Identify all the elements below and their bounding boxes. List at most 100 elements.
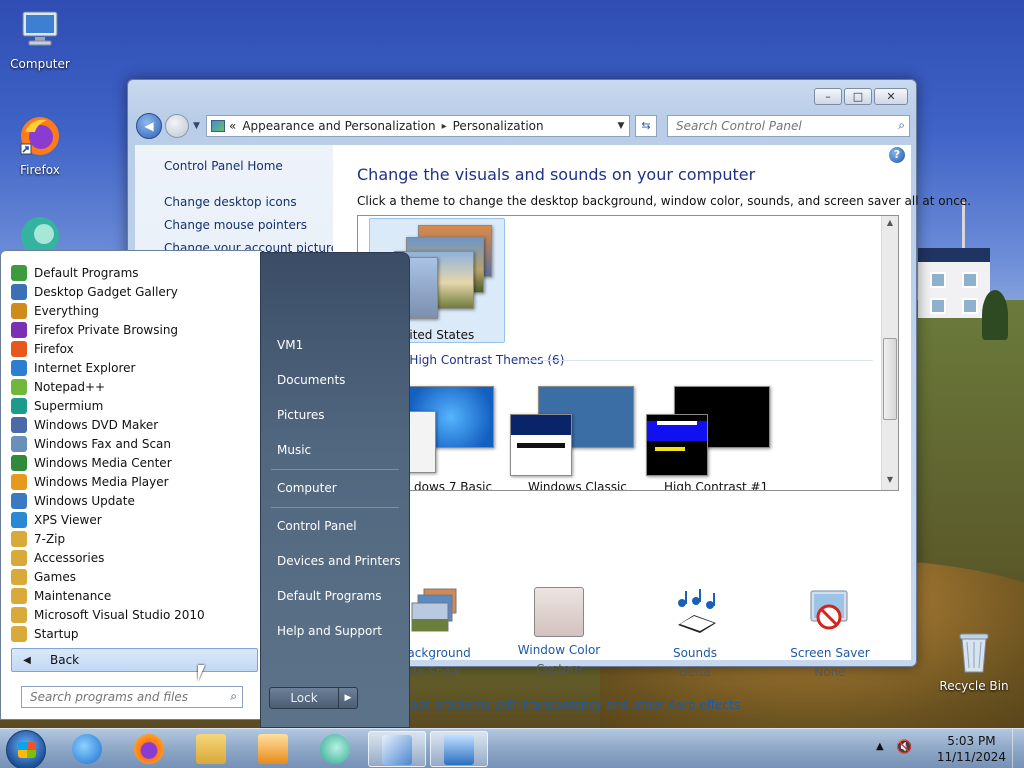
media-player-icon xyxy=(258,734,288,764)
theme-list: nited States d High Contrast Themes (6) … xyxy=(357,215,899,491)
taskbar-control-panel[interactable] xyxy=(368,731,426,767)
mouse-cursor xyxy=(198,665,212,681)
forward-button[interactable] xyxy=(165,114,189,138)
breadcrumb-separator[interactable]: ▸ xyxy=(442,121,447,132)
program-label: Firefox xyxy=(34,341,74,356)
program-item[interactable]: Default Programs xyxy=(11,263,139,282)
start-link-devices-printers[interactable]: Devices and Printers xyxy=(277,554,401,568)
troubleshoot-aero-link[interactable]: ubleshoot problems with transparency and… xyxy=(371,698,740,712)
start-link-help-support[interactable]: Help and Support xyxy=(277,624,382,638)
start-link-music[interactable]: Music xyxy=(277,443,311,457)
refresh-button[interactable]: ⇆ xyxy=(635,115,657,137)
program-item[interactable]: Windows Update xyxy=(11,491,135,510)
back-button[interactable]: ◀ xyxy=(136,113,162,139)
search-input[interactable] xyxy=(668,116,878,136)
program-item[interactable]: Accessories xyxy=(11,548,104,567)
program-item[interactable]: Notepad++ xyxy=(11,377,105,396)
maximize-button[interactable]: □ xyxy=(844,88,872,105)
breadcrumb-appearance[interactable]: Appearance and Personalization xyxy=(242,119,435,133)
taskbar-firefox[interactable] xyxy=(120,731,178,767)
start-link-computer[interactable]: Computer xyxy=(277,481,337,495)
setting-window-color[interactable]: Window Color Custom xyxy=(503,587,615,676)
theme-thumbnail-window xyxy=(646,414,708,476)
link-change-desktop-icons[interactable]: Change desktop icons xyxy=(164,195,297,209)
program-item[interactable]: Startup xyxy=(11,624,79,643)
lock-button[interactable]: Lock xyxy=(269,687,339,709)
program-icon xyxy=(11,359,27,376)
program-item[interactable]: Windows Fax and Scan xyxy=(11,434,171,453)
program-icon xyxy=(11,435,27,452)
program-item[interactable]: Firefox Private Browsing xyxy=(11,320,178,339)
setting-sounds[interactable]: Sounds Delta xyxy=(639,587,751,679)
program-icon xyxy=(11,587,27,604)
search-icon[interactable]: ⌕ xyxy=(898,118,905,133)
help-icon[interactable]: ? xyxy=(889,147,905,163)
address-bar[interactable]: « Appearance and Personalization ▸ Perso… xyxy=(206,115,630,137)
setting-label: Window Color xyxy=(517,643,601,657)
back-button[interactable]: ◀ Back xyxy=(11,648,258,672)
shutdown-options-arrow[interactable]: ▶ xyxy=(338,687,358,709)
contrast-title-bar xyxy=(647,421,707,441)
taskbar-supermium[interactable] xyxy=(306,731,364,767)
show-hidden-icons-button[interactable]: ▲ xyxy=(876,741,884,752)
program-item[interactable]: Windows DVD Maker xyxy=(11,415,158,434)
start-search-input[interactable] xyxy=(22,687,216,707)
theme-caption: Windows Classic xyxy=(528,480,627,491)
link-control-panel-home[interactable]: Control Panel Home xyxy=(164,159,283,173)
taskbar-media-player[interactable] xyxy=(244,731,302,767)
desktop-icon-computer[interactable]: Computer xyxy=(0,8,80,71)
scroll-up-arrow[interactable]: ▲ xyxy=(882,218,898,227)
setting-value: Delta xyxy=(678,665,711,679)
program-label: Windows DVD Maker xyxy=(34,417,159,432)
show-desktop-button[interactable] xyxy=(1012,729,1024,768)
theme-list-scrollbar[interactable]: ▲ ▼ xyxy=(881,216,898,490)
program-label: Internet Explorer xyxy=(34,360,136,375)
program-item[interactable]: Maintenance xyxy=(11,586,111,605)
program-item[interactable]: Supermium xyxy=(11,396,103,415)
recent-pages-dropdown[interactable]: ▼ xyxy=(193,121,200,131)
scroll-down-arrow[interactable]: ▼ xyxy=(882,475,898,484)
desktop-icon-firefox[interactable]: Firefox xyxy=(0,114,80,177)
taskbar-remote-desktop[interactable] xyxy=(430,731,488,767)
start-link-control-panel[interactable]: Control Panel xyxy=(277,519,357,533)
program-label: Windows Media Player xyxy=(34,474,169,489)
program-item[interactable]: 7-Zip xyxy=(11,529,65,548)
program-item[interactable]: Windows Media Center xyxy=(11,453,172,472)
scroll-thumb[interactable] xyxy=(883,338,897,420)
minimize-button[interactable]: – xyxy=(814,88,842,105)
program-icon xyxy=(11,568,27,585)
program-item[interactable]: XPS Viewer xyxy=(11,510,102,529)
start-link-pictures[interactable]: Pictures xyxy=(277,408,325,422)
program-item[interactable]: Microsoft Visual Studio 2010 xyxy=(11,605,205,624)
start-button[interactable] xyxy=(6,730,46,768)
desktop-icon-label: Firefox xyxy=(20,163,60,177)
search-icon[interactable]: ⌕ xyxy=(230,689,237,704)
program-icon xyxy=(11,397,27,414)
close-button[interactable]: ✕ xyxy=(874,88,908,105)
link-change-mouse-pointers[interactable]: Change mouse pointers xyxy=(164,218,307,232)
control-panel-icon xyxy=(211,120,225,132)
program-item[interactable]: Internet Explorer xyxy=(11,358,135,377)
desktop-icon-recycle-bin[interactable]: Recycle Bin xyxy=(934,630,1014,693)
program-item[interactable]: Desktop Gadget Gallery xyxy=(11,282,178,301)
start-link-vm1[interactable]: VM1 xyxy=(277,338,303,352)
volume-muted-icon[interactable]: 🔇 xyxy=(896,740,912,755)
setting-label: Screen Saver xyxy=(790,646,870,660)
contrast-text-line xyxy=(655,447,685,451)
program-label: Supermium xyxy=(34,398,104,413)
program-item[interactable]: Games xyxy=(11,567,76,586)
program-label: Startup xyxy=(34,626,79,641)
breadcrumb-personalization[interactable]: Personalization xyxy=(453,119,544,133)
address-dropdown-icon[interactable]: ▼ xyxy=(613,121,629,131)
taskbar-internet-explorer[interactable] xyxy=(58,731,116,767)
setting-screen-saver[interactable]: Screen Saver None xyxy=(774,587,886,679)
recycle-bin-icon xyxy=(959,633,989,673)
start-link-default-programs[interactable]: Default Programs xyxy=(277,589,382,603)
program-item[interactable]: Everything xyxy=(11,301,99,320)
taskbar-file-explorer[interactable] xyxy=(182,731,240,767)
program-item[interactable]: Windows Media Player xyxy=(11,472,169,491)
program-item[interactable]: Firefox xyxy=(11,339,74,358)
program-icon xyxy=(11,625,27,642)
clock[interactable]: 5:03 PM 11/11/2024 xyxy=(937,733,1006,765)
start-link-documents[interactable]: Documents xyxy=(277,373,345,387)
